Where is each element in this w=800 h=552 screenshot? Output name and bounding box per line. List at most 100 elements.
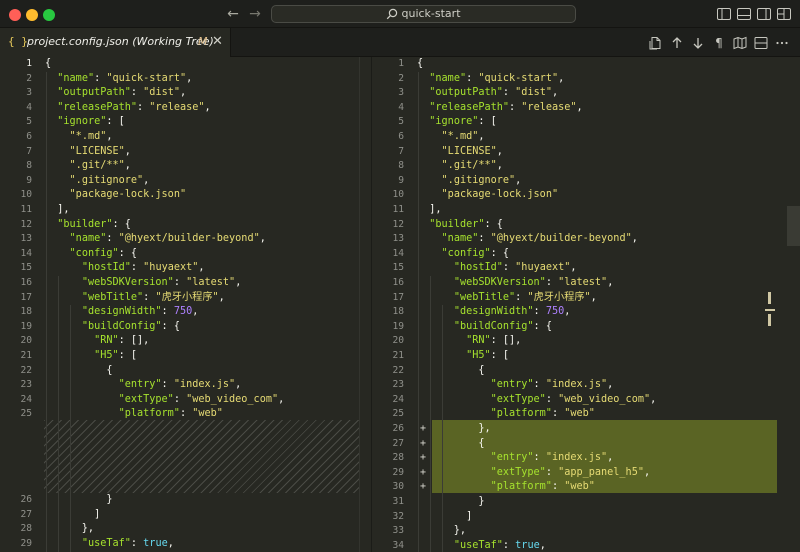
code-line[interactable]: "package-lock.json" xyxy=(417,188,559,203)
code-line[interactable]: ".git/**", xyxy=(45,159,131,174)
code-line[interactable]: "platform": "web" xyxy=(45,407,223,422)
maximize-window-button[interactable] xyxy=(43,9,55,21)
code-line[interactable]: }, xyxy=(417,422,490,437)
split-editor-icon[interactable] xyxy=(753,35,769,51)
previous-change-icon[interactable] xyxy=(669,35,685,51)
code-token: ".gitignore" xyxy=(441,174,516,186)
code-line[interactable]: "extType": "web_video_com", xyxy=(45,393,285,408)
code-line[interactable]: "webTitle": "虎牙小程序", xyxy=(45,291,225,306)
code-line[interactable]: "name": "@hyext/builder-beyond", xyxy=(417,232,638,247)
more-actions-icon[interactable] xyxy=(774,35,790,51)
code-line[interactable]: ".git/**", xyxy=(417,159,503,174)
forward-arrow-icon[interactable]: → xyxy=(246,5,264,23)
code-line[interactable]: "name": "quick-start", xyxy=(417,72,564,87)
toggle-panel-icon[interactable] xyxy=(736,6,752,22)
code-line[interactable]: ], xyxy=(417,203,441,218)
code-line[interactable]: "config": { xyxy=(45,247,137,262)
code-line[interactable]: "config": { xyxy=(417,247,510,262)
code-line[interactable]: "hostId": "huyaext", xyxy=(45,261,205,276)
pilcrow-icon[interactable]: ¶ xyxy=(711,35,727,51)
code-token: } xyxy=(45,494,113,505)
json-file-icon: { } xyxy=(8,35,28,48)
code-token: , xyxy=(564,306,571,318)
close-icon[interactable]: ✕ xyxy=(212,34,223,49)
code-line[interactable]: "outputPath": "dist", xyxy=(45,86,186,101)
code-line[interactable]: "useTaf": true, xyxy=(45,537,174,552)
code-line[interactable]: "designWidth": 750, xyxy=(45,305,199,320)
code-token: , xyxy=(259,233,266,245)
code-line[interactable]: "extType": "app_panel_h5", xyxy=(417,466,651,481)
vertical-scrollbar[interactable] xyxy=(787,206,800,246)
code-token: , xyxy=(650,393,657,405)
line-number: 30 xyxy=(392,481,404,493)
code-line[interactable]: ".gitignore", xyxy=(45,174,150,189)
code-line[interactable]: { xyxy=(45,364,112,379)
diff-original-pane[interactable]: 1 {2 "name": "quick-start", 3 "outputPath"… xyxy=(0,57,371,552)
line-number: 9 xyxy=(398,174,404,186)
code-line[interactable]: "platform": "web" xyxy=(417,407,595,422)
code-line[interactable]: "useTaf": true, xyxy=(417,539,546,552)
code-token: : xyxy=(533,306,546,318)
line-number: 17 xyxy=(20,291,32,303)
code-token: { xyxy=(45,58,52,69)
line-number: 25 xyxy=(392,408,404,420)
code-token: : xyxy=(533,452,546,464)
code-line[interactable]: "extType": "web_video_com", xyxy=(417,393,657,408)
minimize-window-button[interactable] xyxy=(26,9,38,21)
code-line[interactable]: ] xyxy=(417,510,472,525)
code-line[interactable]: "entry": "index.js", xyxy=(417,451,614,466)
toggle-primary-sidebar-icon[interactable] xyxy=(716,6,732,22)
code-line[interactable]: { xyxy=(417,364,484,379)
code-line[interactable]: ], xyxy=(45,203,69,218)
code-line[interactable]: { xyxy=(417,437,484,452)
map-icon[interactable] xyxy=(732,35,748,51)
code-line[interactable]: "name": "@hyext/builder-beyond", xyxy=(45,232,266,247)
back-arrow-icon[interactable]: ← xyxy=(224,5,242,23)
line-number: 19 xyxy=(20,320,32,332)
next-change-icon[interactable] xyxy=(690,35,706,51)
code-line[interactable]: "LICENSE", xyxy=(417,145,503,160)
code-line[interactable]: "ignore": [ xyxy=(417,115,496,130)
code-line[interactable]: "platform": "web" xyxy=(417,480,595,495)
code-line[interactable]: "package-lock.json" xyxy=(45,188,187,203)
code-line[interactable]: } xyxy=(417,495,484,510)
code-line[interactable]: "ignore": [ xyxy=(45,115,124,130)
tab-project-config-json[interactable]: { } project.config.json (Working Tree) M… xyxy=(0,28,231,57)
code-line[interactable]: "outputPath": "dist", xyxy=(417,86,558,101)
code-token: "ignore" xyxy=(57,116,107,128)
code-line[interactable]: "builder": { xyxy=(417,218,503,233)
code-line[interactable]: { xyxy=(417,57,423,72)
code-line[interactable]: ] xyxy=(45,508,100,523)
close-window-button[interactable] xyxy=(9,9,21,21)
code-line[interactable]: "LICENSE", xyxy=(45,145,131,160)
toggle-secondary-sidebar-icon[interactable] xyxy=(756,6,772,22)
code-line[interactable]: "releasePath": "release", xyxy=(45,101,210,116)
line-number: 16 xyxy=(20,277,32,288)
code-line[interactable]: "buildConfig": { xyxy=(45,320,180,335)
code-line[interactable]: "releasePath": "release", xyxy=(417,101,582,116)
code-line[interactable]: "entry": "index.js", xyxy=(45,378,242,393)
code-line[interactable]: { xyxy=(45,57,51,72)
code-line[interactable]: "RN": [], xyxy=(45,334,149,349)
code-line[interactable]: "RN": [], xyxy=(417,334,521,349)
code-line[interactable]: "designWidth": 750, xyxy=(417,305,571,320)
code-line[interactable]: "builder": { xyxy=(45,218,131,233)
code-line[interactable]: "*.md", xyxy=(45,130,113,145)
code-line[interactable]: "webTitle": "虎牙小程序", xyxy=(417,291,597,306)
code-line[interactable]: "webSDKVersion": "latest", xyxy=(417,276,614,291)
code-line[interactable]: "buildConfig": { xyxy=(417,320,552,335)
line-number: 20 xyxy=(20,335,32,347)
code-line[interactable]: "entry": "index.js", xyxy=(417,378,614,393)
command-center-search[interactable]: quick-start xyxy=(271,5,576,23)
code-line[interactable]: "hostId": "huyaext", xyxy=(417,261,577,276)
code-line[interactable]: ".gitignore", xyxy=(417,174,522,189)
customize-layout-icon[interactable] xyxy=(776,6,792,22)
diff-modified-pane[interactable]: 1 {2 "name": "quick-start", 3 "outputPath"… xyxy=(371,57,800,552)
open-file-icon[interactable] xyxy=(648,35,664,51)
code-line[interactable]: } xyxy=(45,493,112,508)
code-line[interactable]: "*.md", xyxy=(417,130,485,145)
code-line[interactable]: "name": "quick-start", xyxy=(45,72,192,87)
line-number: 31 xyxy=(392,496,404,507)
code-line[interactable]: "webSDKVersion": "latest", xyxy=(45,276,242,291)
